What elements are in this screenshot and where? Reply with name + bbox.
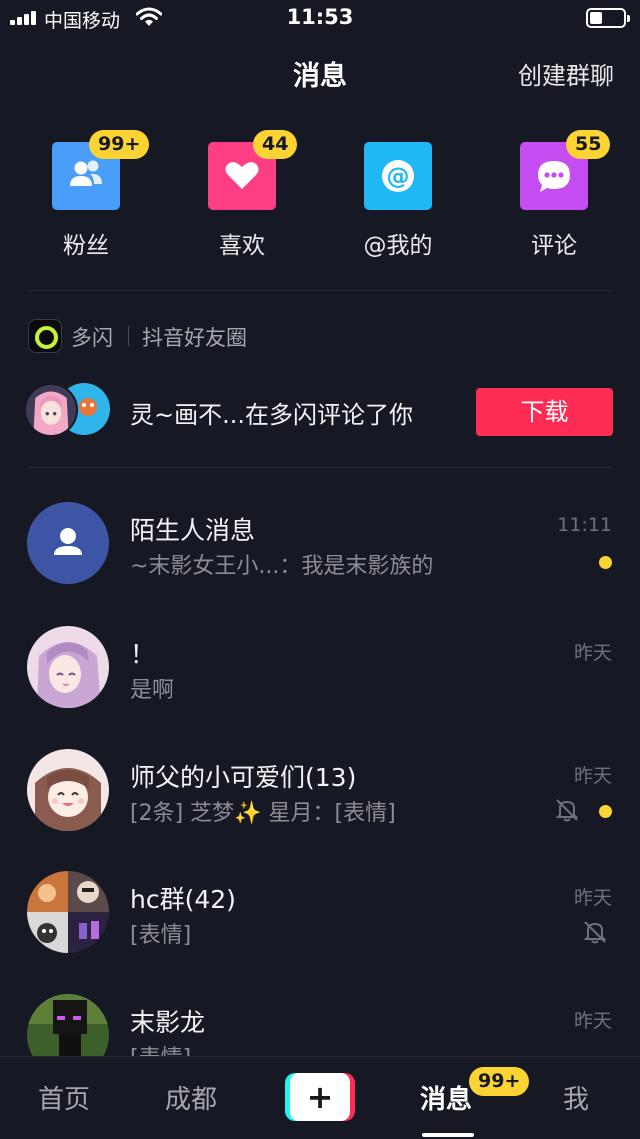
chat-time: 11:11 — [557, 514, 612, 536]
status-bar: 中国移动 11:53 — [0, 0, 640, 38]
mentions-entry[interactable]: @ @我的 — [338, 142, 458, 262]
chat-row-group[interactable]: 师父的小可爱们(13) [2条] 芝梦✨ 星月：[表情] 昨天 — [0, 749, 640, 869]
battery-icon — [586, 8, 630, 28]
anime-smile-avatar — [27, 749, 109, 831]
tab-me[interactable]: 我 — [563, 1079, 589, 1116]
chat-name: hc群(42) — [130, 885, 236, 914]
duoshan-logo-icon — [28, 319, 62, 353]
bottom-tab-bar: 首页 成都 + 消息 99+ 我 — [0, 1056, 640, 1139]
comments-entry[interactable]: 评论 55 — [494, 130, 614, 262]
separator — [128, 326, 129, 346]
chat-preview: [表情] — [130, 923, 192, 948]
comments-badge: 55 — [566, 130, 611, 159]
tab-messages[interactable]: 消息 — [420, 1079, 472, 1116]
chat-time: 昨天 — [573, 887, 612, 909]
create-group-button[interactable]: 创建群聊 — [518, 56, 614, 91]
messages-badge: 99+ — [469, 1067, 530, 1096]
tab-city[interactable]: 成都 — [165, 1079, 217, 1116]
unread-dot — [599, 805, 612, 818]
chat-preview: 是啊 — [130, 678, 175, 703]
mute-icon — [555, 799, 579, 822]
fans-label: 粉丝 — [63, 233, 109, 259]
fans-entry[interactable]: 粉丝 99+ — [26, 130, 150, 262]
friends-circle-label: 抖音好友圈 — [142, 326, 247, 350]
svg-text:@: @ — [387, 164, 410, 190]
likes-badge: 44 — [253, 130, 298, 159]
chat-name: 师父的小可爱们(13) — [130, 763, 357, 792]
divider — [28, 467, 612, 468]
mute-icon — [583, 921, 607, 944]
at-icon: @ — [364, 142, 432, 210]
duoshan-name: 多闪 — [71, 326, 113, 350]
unread-dot — [599, 556, 612, 569]
likes-label: 喜欢 — [219, 233, 265, 259]
chat-time: 昨天 — [573, 765, 612, 787]
chat-name: 末影龙 — [130, 1008, 206, 1037]
chat-time: 昨天 — [573, 642, 612, 664]
download-button[interactable]: 下载 — [476, 388, 613, 436]
create-video-button[interactable]: + — [285, 1073, 355, 1121]
likes-entry[interactable]: 喜欢 44 — [182, 130, 302, 262]
chat-time: 昨天 — [573, 1010, 612, 1032]
anime-girl-avatar — [27, 626, 109, 708]
fans-badge: 99+ — [89, 130, 150, 159]
plus-icon: + — [290, 1073, 350, 1121]
chat-preview: [2条] 芝梦✨ 星月：[表情] — [130, 801, 396, 826]
active-tab-indicator — [422, 1133, 474, 1137]
duoshan-message[interactable]: 灵~画不...在多闪评论了你 — [130, 395, 413, 430]
group-collage-avatar — [27, 871, 109, 953]
chat-row-stranger[interactable]: 陌生人消息 ~末影女王小...：我是末影族的 11:11 — [0, 502, 640, 622]
duoshan-avatar[interactable] — [24, 383, 78, 437]
stranger-icon — [27, 502, 109, 584]
mentions-label: @我的 — [363, 233, 433, 259]
chat-row[interactable]: ！ 是啊 昨天 — [0, 626, 640, 746]
chat-row-group[interactable]: hc群(42) [表情] 昨天 — [0, 871, 640, 991]
divider — [28, 290, 612, 291]
tab-home[interactable]: 首页 — [38, 1079, 90, 1116]
chat-preview: ~末影女王小...：我是末影族的 — [130, 554, 434, 579]
comments-label: 评论 — [531, 233, 577, 259]
clock: 11:53 — [286, 5, 354, 29]
chat-name: ！ — [130, 640, 156, 669]
chat-name: 陌生人消息 — [130, 516, 256, 545]
